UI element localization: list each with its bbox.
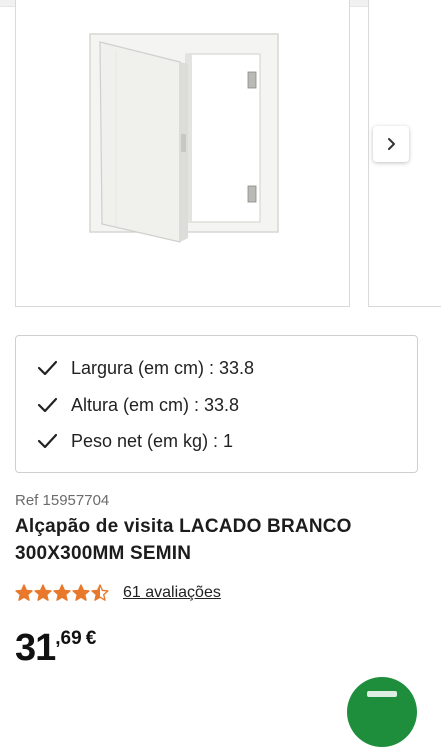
cart-icon — [367, 691, 397, 697]
product-title: Alçapão de visita LACADO BRANCO 300X300M… — [15, 513, 415, 567]
price-decimal: ,69 — [55, 628, 82, 649]
feature-label: Altura (em cm) : 33.8 — [71, 394, 240, 415]
check-icon — [36, 430, 58, 452]
price-integer: 31 — [15, 627, 56, 669]
access-panel-image — [89, 33, 279, 243]
reviews-link[interactable]: 61 avaliações — [123, 584, 221, 602]
star-half-icon — [91, 584, 109, 601]
product-price: 31,69 € — [15, 627, 96, 670]
feature-item-height: Altura (em cm) : 33.8 — [36, 390, 239, 420]
star-full-icon — [53, 584, 71, 601]
product-ref: Ref 15957704 — [15, 492, 110, 509]
star-full-icon — [34, 584, 52, 601]
feature-label: Largura (em cm) : 33.8 — [71, 357, 255, 378]
check-icon — [36, 394, 58, 416]
price-currency: € — [85, 628, 97, 649]
chevron-right-icon — [388, 138, 395, 150]
product-rating: 61 avaliações — [15, 584, 221, 602]
key-features-box: Largura (em cm) : 33.8 Altura (em cm) : … — [15, 335, 418, 473]
next-section-peek — [15, 692, 315, 700]
gallery-main-card[interactable] — [15, 0, 350, 307]
star-full-icon — [72, 584, 90, 601]
product-title-line: Alçapão de visita LACADO BRANCO — [15, 516, 352, 537]
gallery-next-button[interactable] — [373, 126, 409, 162]
product-title-line: 300X300MM SEMIN — [15, 543, 192, 564]
check-icon — [36, 357, 58, 379]
feature-item-weight: Peso net (em kg) : 1 — [36, 426, 233, 456]
feature-item-width: Largura (em cm) : 33.8 — [36, 353, 254, 383]
star-full-icon — [15, 584, 33, 601]
rating-stars — [15, 584, 109, 602]
feature-label: Peso net (em kg) : 1 — [71, 430, 234, 451]
cart-fab-button[interactable] — [347, 677, 417, 747]
